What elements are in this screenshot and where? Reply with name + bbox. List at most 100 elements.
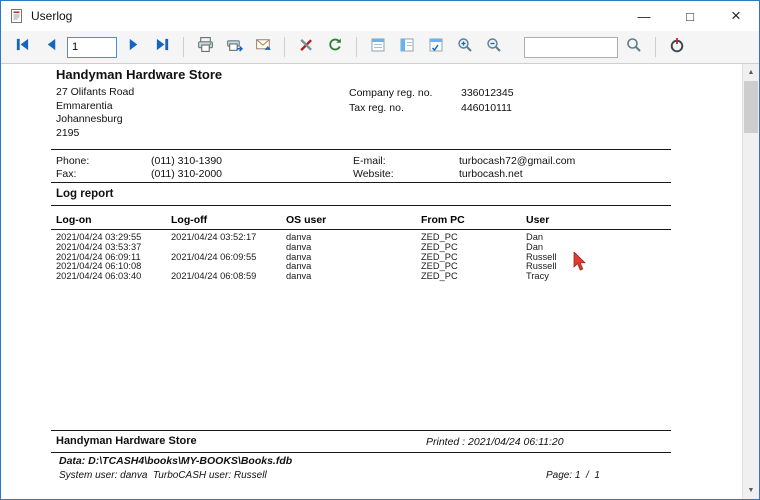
userlog-window: Userlog — □ × 1 Handyman Hardware Store … <box>0 0 760 500</box>
window-title: Userlog <box>31 9 73 23</box>
report-window-icon <box>9 8 25 24</box>
maximize-button[interactable]: □ <box>667 1 713 31</box>
address-line: 2195 <box>56 126 80 139</box>
exit-button[interactable] <box>664 34 690 60</box>
prev-page-button[interactable] <box>38 34 64 60</box>
log-table-header: Log-on Log-off OS user From PC User <box>56 214 671 226</box>
refresh-button[interactable] <box>322 34 348 60</box>
os-user-cell: danva <box>286 272 312 282</box>
thumbnail-view-button[interactable] <box>394 34 420 60</box>
print-setup-icon <box>226 36 243 58</box>
logon-cell: 2021/04/24 06:03:40 <box>56 272 142 282</box>
logoff-cell: 2021/04/24 03:52:17 <box>171 233 257 242</box>
logon-cell: 2021/04/24 03:53:37 <box>56 242 142 252</box>
divider-line <box>51 149 671 150</box>
scroll-up-button[interactable]: ▲ <box>743 64 759 81</box>
footer-data-path: Data: D:\TCASH4\books\MY-BOOKS\Books.fdb <box>59 455 293 467</box>
company-address: 27 Olifants Road Emmarentia Johannesburg… <box>56 86 134 140</box>
scroll-down-button[interactable]: ▼ <box>743 482 759 499</box>
table-row: 2021/04/24 06:03:40 2021/04/24 06:08:59 … <box>56 272 671 282</box>
fax-value: (011) 310-2000 <box>151 168 223 180</box>
zoom-out-button[interactable] <box>481 34 507 60</box>
os-user-cell: danva <box>286 252 312 262</box>
column-header: Log-on <box>56 214 92 226</box>
fax-label: Fax: <box>56 168 77 180</box>
logoff-cell: 2021/04/24 06:08:59 <box>171 272 257 282</box>
vertical-scrollbar[interactable]: ▲ ▼ <box>742 64 759 499</box>
phone-value: (011) 310-1390 <box>151 155 223 167</box>
column-header: OS user <box>286 214 327 226</box>
tax-reg-label: Tax reg. no. <box>349 102 404 114</box>
divider-line <box>51 430 671 431</box>
footer-company-name: Handyman Hardware Store <box>56 435 197 447</box>
email-label: E-mail: <box>353 155 386 167</box>
company-reg-label: Company reg. no. <box>349 87 433 99</box>
nav-next-icon <box>126 37 141 57</box>
column-header: User <box>526 214 550 226</box>
toolbar-separator <box>284 37 285 57</box>
refresh-icon <box>327 37 343 58</box>
search-button[interactable] <box>621 34 647 60</box>
column-header: From PC <box>421 214 465 226</box>
minimize-button[interactable]: — <box>621 1 667 31</box>
user-cell: Tracy <box>526 272 549 282</box>
user-cell: Russell <box>526 252 557 262</box>
last-page-button[interactable] <box>149 34 175 60</box>
preview-content: Handyman Hardware Store 27 Olifants Road… <box>1 64 759 499</box>
os-user-cell: danva <box>286 233 312 242</box>
user-cell: Dan <box>526 242 544 252</box>
column-header: Log-off <box>171 214 208 226</box>
window-controls: — □ × <box>621 1 759 31</box>
tools-icon <box>298 37 314 58</box>
logon-cell: 2021/04/24 06:09:11 <box>56 252 141 262</box>
nav-prev-icon <box>44 37 59 57</box>
os-user-cell: danva <box>286 262 312 272</box>
from-pc-cell: ZED_PC <box>421 252 458 262</box>
mouse-cursor <box>573 251 587 272</box>
print-setup-button[interactable] <box>221 34 247 60</box>
thumbnail-view-icon <box>399 37 415 58</box>
outline-view-button[interactable] <box>365 34 391 60</box>
footer-printed-timestamp: Printed : 2021/04/24 06:11:20 <box>426 436 564 448</box>
toolbar-separator <box>356 37 357 57</box>
address-line: Emmarentia <box>56 99 113 112</box>
phone-label: Phone: <box>56 155 90 167</box>
logon-cell: 2021/04/24 03:29:55 <box>56 233 142 242</box>
nav-last-icon <box>155 37 170 57</box>
search-panel-button[interactable] <box>423 34 449 60</box>
close-button[interactable]: × <box>713 1 759 31</box>
print-button[interactable] <box>192 34 218 60</box>
zoom-out-icon <box>486 37 502 58</box>
tax-reg-value: 446010111 <box>461 102 512 114</box>
report-section-title: Log report <box>56 188 114 200</box>
logoff-cell <box>171 243 286 253</box>
email-button[interactable] <box>250 34 276 60</box>
divider-line <box>51 229 671 230</box>
report-company-name: Handyman Hardware Store <box>56 67 223 82</box>
divider-line <box>51 452 671 453</box>
title-bar: Userlog — □ × <box>1 1 759 31</box>
logoff-cell <box>171 262 286 272</box>
preview-toolbar <box>1 31 759 64</box>
company-reg-value: 336012345 <box>461 87 514 99</box>
website-value: turbocash.net <box>459 168 523 180</box>
page-number-input[interactable] <box>67 36 117 58</box>
zoom-in-button[interactable] <box>452 34 478 60</box>
logoff-cell: 2021/04/24 06:09:55 <box>171 252 257 262</box>
first-page-button[interactable] <box>9 34 35 60</box>
footer-system-user: System user: danva TurboCASH user: Russe… <box>59 470 267 481</box>
zoom-in-icon <box>457 37 473 58</box>
user-cell: Russell <box>526 262 557 272</box>
from-pc-cell: ZED_PC <box>421 272 458 282</box>
settings-button[interactable] <box>293 34 319 60</box>
from-pc-cell: ZED_PC <box>421 233 458 242</box>
search-input[interactable] <box>524 36 618 58</box>
toolbar-separator <box>183 37 184 57</box>
scrollbar-thumb[interactable] <box>744 81 758 133</box>
next-page-button[interactable] <box>120 34 146 60</box>
from-pc-cell: ZED_PC <box>421 262 458 272</box>
footer-page-number: Page: 1 / 1 <box>546 470 600 481</box>
user-cell: Dan <box>526 233 544 242</box>
email-icon <box>255 36 272 58</box>
from-pc-cell: ZED_PC <box>421 242 458 252</box>
